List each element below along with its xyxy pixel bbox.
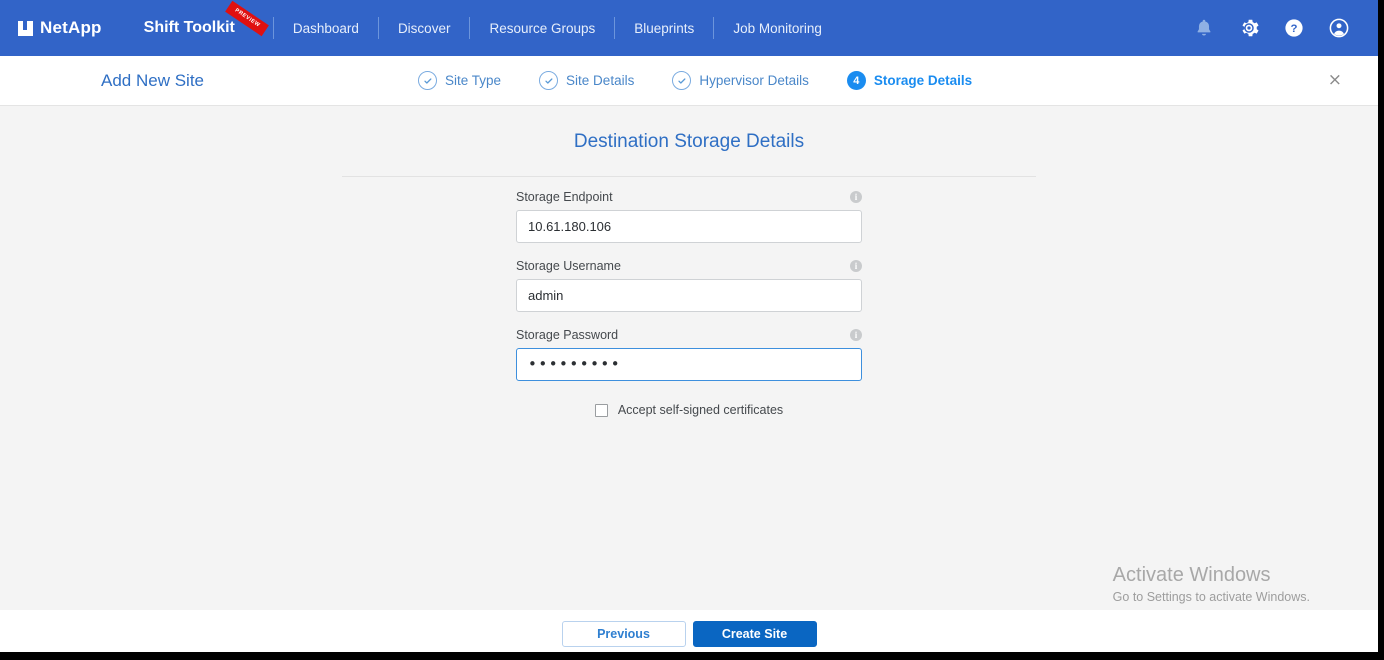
accept-self-signed-label: Accept self-signed certificates xyxy=(617,403,784,417)
info-icon[interactable]: i xyxy=(850,329,862,341)
application-window: NetApp Shift Toolkit PREVIEW Dashboard D… xyxy=(0,0,1384,660)
brand-name: NetApp xyxy=(40,18,102,37)
nav-divider xyxy=(713,17,715,39)
field-label: Storage Password xyxy=(516,328,619,342)
field-label-row: Storage Endpoint i xyxy=(516,190,862,204)
page-title: Add New Site xyxy=(101,70,204,90)
wizard-step-site-type[interactable]: Site Type xyxy=(418,71,501,90)
svg-text:?: ? xyxy=(1291,23,1298,35)
nav-item-discover[interactable]: Discover xyxy=(381,21,468,36)
wizard-step-storage-details[interactable]: 4 Storage Details xyxy=(846,71,973,90)
panel-title: Destination Storage Details xyxy=(573,131,805,152)
accept-self-signed-checkbox[interactable] xyxy=(594,403,608,417)
field-storage-username: Storage Username i admin xyxy=(516,259,862,312)
wizard-step-label: Site Type xyxy=(445,73,502,88)
watermark-title: Activate Windows xyxy=(1112,564,1271,586)
nav-item-job-monitoring[interactable]: Job Monitoring xyxy=(716,21,839,36)
nav-divider xyxy=(377,17,379,39)
settings-gear-icon[interactable] xyxy=(1238,17,1260,39)
info-icon[interactable]: i xyxy=(850,191,862,203)
netapp-brand[interactable]: NetApp xyxy=(18,18,102,38)
close-icon[interactable]: × xyxy=(1328,72,1342,89)
nav-item-dashboard[interactable]: Dashboard xyxy=(276,21,376,36)
previous-button[interactable]: Previous xyxy=(561,621,686,647)
wizard-step-hypervisor-details[interactable]: Hypervisor Details xyxy=(672,71,809,90)
step-number-badge: 4 xyxy=(846,71,866,90)
wizard-header: Add New Site Site Type Site Details Hype… xyxy=(0,56,1378,106)
step-complete-check-icon xyxy=(539,71,559,90)
password-masked-value: ••••••••• xyxy=(528,355,622,373)
field-label: Storage Endpoint xyxy=(516,190,613,204)
app-title: Shift Toolkit PREVIEW xyxy=(143,0,269,37)
nav-divider xyxy=(272,17,274,39)
info-icon[interactable]: i xyxy=(850,260,862,272)
wizard-stepper: Site Type Site Details Hypervisor Detail… xyxy=(418,71,972,90)
wizard-step-label: Hypervisor Details xyxy=(699,73,809,88)
field-storage-password: Storage Password i ••••••••• xyxy=(516,328,862,381)
wizard-step-site-details[interactable]: Site Details xyxy=(539,71,634,90)
user-account-icon[interactable] xyxy=(1328,17,1350,39)
step-complete-check-icon xyxy=(672,71,692,90)
watermark-subtitle: Go to Settings to activate Windows. xyxy=(1112,590,1310,604)
wizard-footer: Previous Create Site xyxy=(0,610,1378,652)
field-label-row: Storage Username i xyxy=(516,259,862,273)
field-label-row: Storage Password i xyxy=(516,328,862,342)
wizard-body: Destination Storage Details Storage Endp… xyxy=(0,106,1378,610)
field-storage-endpoint: Storage Endpoint i 10.61.180.106 xyxy=(516,190,862,243)
storage-password-input[interactable]: ••••••••• xyxy=(516,348,862,381)
accept-self-signed-row[interactable]: Accept self-signed certificates xyxy=(516,403,862,417)
netapp-logo-icon xyxy=(18,20,33,36)
nav-divider xyxy=(469,17,471,39)
windows-activation-watermark: Activate Windows Go to Settings to activ… xyxy=(1113,562,1310,606)
step-complete-check-icon xyxy=(418,71,437,90)
wizard-step-label: Site Details xyxy=(566,73,635,88)
nav-divider xyxy=(614,17,616,39)
storage-endpoint-input[interactable]: 10.61.180.106 xyxy=(516,210,862,243)
storage-username-input[interactable]: admin xyxy=(516,279,862,312)
nav-item-resource-groups[interactable]: Resource Groups xyxy=(472,21,612,36)
create-site-button[interactable]: Create Site xyxy=(692,621,817,647)
app-title-text: Shift Toolkit xyxy=(143,19,235,36)
help-icon[interactable]: ? xyxy=(1283,17,1305,39)
topbar-icon-group: ? xyxy=(1193,0,1350,56)
top-navigation-bar: NetApp Shift Toolkit PREVIEW Dashboard D… xyxy=(0,0,1378,56)
notification-bell-icon[interactable] xyxy=(1193,17,1215,39)
field-label: Storage Username xyxy=(516,259,621,273)
nav-item-blueprints[interactable]: Blueprints xyxy=(617,21,711,36)
storage-details-form: Storage Endpoint i 10.61.180.106 Storage… xyxy=(516,177,862,417)
wizard-step-label: Storage Details xyxy=(873,73,973,88)
